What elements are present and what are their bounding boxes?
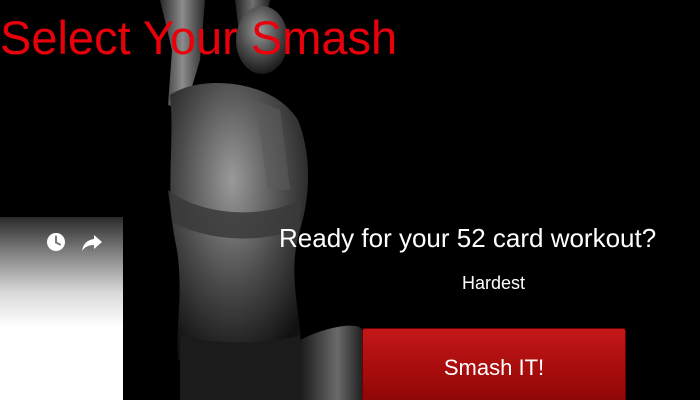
smash-it-button[interactable]: Smash IT! xyxy=(362,328,626,400)
page: Select Your Smash Ready for your 52 card… xyxy=(0,0,700,400)
workout-prompt: Ready for your 52 card workout? xyxy=(279,223,657,253)
page-title: Select Your Smash xyxy=(0,11,398,64)
share-icon[interactable] xyxy=(81,231,103,253)
difficulty-label[interactable]: Hardest xyxy=(462,272,525,294)
video-card[interactable] xyxy=(0,217,123,400)
clock-icon[interactable] xyxy=(45,231,67,253)
